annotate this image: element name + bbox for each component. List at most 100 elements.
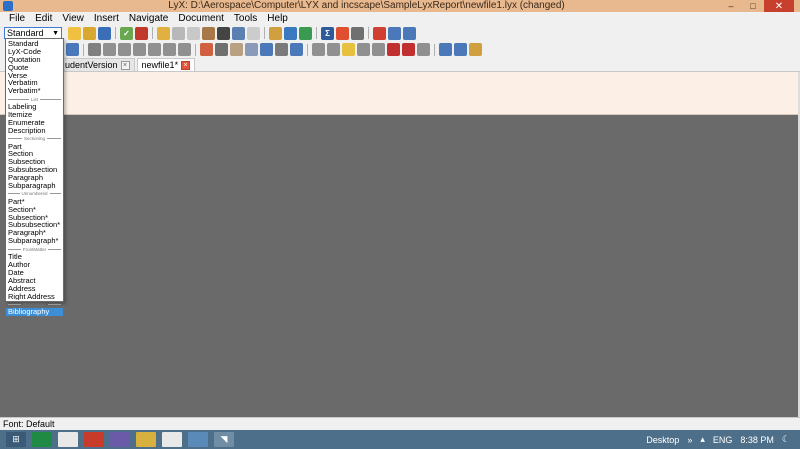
language-indicator[interactable]: ENG [713, 435, 733, 445]
open-folder-icon[interactable] [83, 26, 96, 40]
insert-tabular-icon[interactable] [215, 43, 228, 56]
redo-icon[interactable] [172, 26, 185, 40]
insert-footnote-icon[interactable] [260, 43, 273, 56]
dropdown-item[interactable]: Subparagraph* [6, 237, 63, 245]
outline-icon[interactable] [66, 43, 79, 56]
depth-decrease-icon[interactable] [178, 43, 191, 56]
dropdown-item[interactable]: Section [6, 150, 63, 158]
dropdown-item[interactable]: Paragraph [6, 174, 63, 182]
dropdown-item[interactable]: Title [6, 253, 63, 261]
emphasis-icon[interactable] [284, 26, 297, 40]
dropdown-item[interactable]: Part [6, 143, 63, 151]
dropdown-item[interactable]: Subparagraph [6, 182, 63, 190]
itemize-icon[interactable] [103, 43, 116, 56]
spellcheck-icon[interactable]: ✓ [120, 26, 133, 40]
dropdown-item[interactable]: Description [6, 127, 63, 135]
insert-margin-note-icon[interactable] [275, 43, 288, 56]
new-document-icon[interactable] [68, 26, 81, 40]
close-button[interactable]: ✕ [764, 0, 794, 12]
dropdown-item[interactable]: Date [6, 269, 63, 277]
insert-index-icon[interactable] [290, 43, 303, 56]
dropdown-item[interactable]: Standard [6, 40, 63, 48]
dropdown-item[interactable]: LyX-Code [6, 48, 63, 56]
moon-icon[interactable]: ☾ [782, 434, 790, 445]
paste-icon[interactable] [202, 26, 215, 40]
save-icon[interactable] [98, 26, 111, 40]
document-settings-icon[interactable] [469, 43, 482, 56]
indent-icon[interactable] [133, 43, 146, 56]
stop-icon[interactable] [373, 26, 386, 40]
text-style-icon[interactable] [269, 26, 282, 40]
start-windows-icon[interactable]: ⊞ [6, 432, 26, 447]
lyx-taskbar-icon[interactable]: ◥ [214, 432, 234, 447]
dropdown-item[interactable]: Author [6, 261, 63, 269]
file-icon[interactable] [58, 432, 78, 447]
find-icon[interactable] [217, 26, 230, 40]
noun-icon[interactable] [299, 26, 312, 40]
spellcheck-continuous-icon[interactable] [135, 26, 148, 40]
acrobat-icon[interactable] [84, 432, 104, 447]
view-grid-icon[interactable] [403, 26, 416, 40]
math-sum-icon[interactable]: Σ [321, 26, 334, 40]
back-icon[interactable] [247, 26, 260, 40]
clock[interactable]: 8:38 PM [740, 435, 774, 445]
outdent-icon[interactable] [148, 43, 161, 56]
insert-hyperlink-icon[interactable] [372, 43, 385, 56]
menu-document[interactable]: Document [173, 12, 229, 25]
dropdown-item[interactable]: Subsection [6, 158, 63, 166]
insert-ert-icon[interactable] [357, 43, 370, 56]
dropdown-item[interactable]: Quote [6, 64, 63, 72]
document-editor[interactable] [0, 72, 798, 115]
dropdown-item[interactable]: Address [6, 285, 63, 293]
insert-figure-icon[interactable] [336, 26, 349, 40]
dropdown-item[interactable]: Section* [6, 206, 63, 214]
excel-icon[interactable] [32, 432, 52, 447]
menu-file[interactable]: File [4, 12, 30, 25]
insert-graphics-icon[interactable] [200, 43, 213, 56]
minimize-button[interactable]: – [720, 0, 742, 12]
dropdown-item[interactable]: Abstract [6, 277, 63, 285]
menu-navigate[interactable]: Navigate [124, 12, 173, 25]
insert-citation-icon[interactable] [402, 43, 415, 56]
dropdown-item[interactable]: Bibliography [6, 308, 63, 317]
dropdown-item[interactable]: Subsection* [6, 214, 63, 222]
dropdown-item[interactable]: Quotation [6, 56, 63, 64]
dropdown-item[interactable]: Verbatim [6, 79, 63, 87]
dropdown-item[interactable]: Right Address [6, 293, 63, 301]
spell-language-icon[interactable] [439, 43, 452, 56]
insert-box-icon[interactable] [312, 43, 325, 56]
align-icon[interactable] [88, 43, 101, 56]
paragraph-settings-icon[interactable] [454, 43, 467, 56]
dropdown-item[interactable]: Subsubsection* [6, 221, 63, 229]
chevron-down-icon[interactable]: ▼ [52, 30, 61, 37]
dropdown-item[interactable]: Enumerate [6, 119, 63, 127]
dropdown-item[interactable]: Labeling [6, 103, 63, 111]
insert-label-icon[interactable] [230, 43, 243, 56]
visual-studio-icon[interactable] [110, 432, 130, 447]
dropdown-item[interactable]: Verbatim* [6, 87, 63, 95]
insert-note-icon[interactable] [342, 43, 355, 56]
menu-help[interactable]: Help [262, 12, 293, 25]
chevron-up-icon[interactable]: ▴ [700, 434, 705, 445]
undo-icon[interactable] [157, 26, 170, 40]
insert-url-icon[interactable] [417, 43, 430, 56]
insert-float-icon[interactable] [327, 43, 340, 56]
dropdown-item[interactable]: Part* [6, 198, 63, 206]
search-icon[interactable] [232, 26, 245, 40]
tex-icon[interactable] [387, 43, 400, 56]
tab-studentversion[interactable]: udentVersion × [60, 58, 135, 71]
chevron-right-icon[interactable]: » [687, 435, 692, 445]
file-explorer-icon[interactable] [136, 432, 156, 447]
dropdown-item[interactable]: Subsubsection [6, 166, 63, 174]
depth-increase-icon[interactable] [163, 43, 176, 56]
insert-ref-icon[interactable] [245, 43, 258, 56]
dropdown-item[interactable]: Verse [6, 72, 63, 80]
maximize-button[interactable]: □ [742, 0, 764, 12]
view-icon[interactable] [388, 26, 401, 40]
screen-icon[interactable] [188, 432, 208, 447]
dropdown-item[interactable]: Itemize [6, 111, 63, 119]
close-icon[interactable]: × [120, 60, 130, 70]
menu-tools[interactable]: Tools [229, 12, 262, 25]
enumerate-icon[interactable] [118, 43, 131, 56]
menu-edit[interactable]: Edit [30, 12, 57, 25]
